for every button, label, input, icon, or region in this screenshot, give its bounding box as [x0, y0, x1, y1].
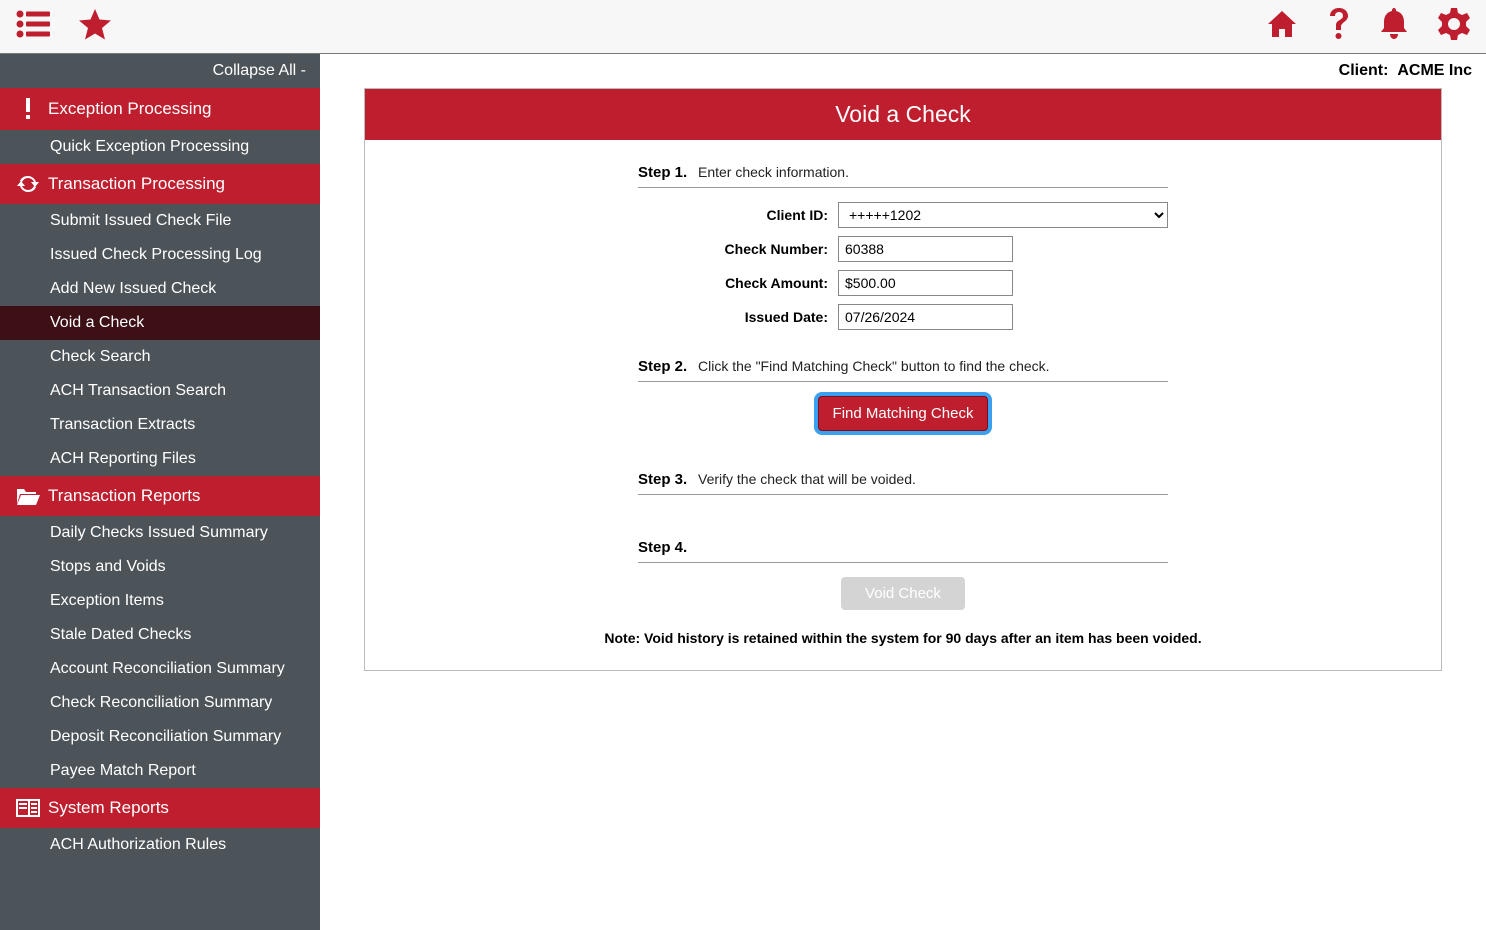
step-1-label: Step 1. [638, 164, 698, 181]
nav-item-exception-items[interactable]: Exception Items [0, 584, 320, 618]
star-icon[interactable] [78, 8, 112, 45]
page-title: Void a Check [365, 89, 1441, 140]
nav-item-check-recon[interactable]: Check Reconciliation Summary [0, 686, 320, 720]
nav-item-quick-exception[interactable]: Quick Exception Processing [0, 130, 320, 164]
layout: Collapse All - Exception Processing Quic… [0, 54, 1486, 930]
check-amount-input[interactable] [838, 270, 1013, 296]
step-1-row: Step 1. Enter check information. [638, 164, 1168, 188]
nav-header-label: System Reports [48, 798, 169, 818]
void-button-area: Void Check [638, 577, 1168, 610]
nav-item-daily-checks[interactable]: Daily Checks Issued Summary [0, 516, 320, 550]
client-id-select[interactable]: +++++1202 [838, 202, 1168, 228]
nav-item-payee-match[interactable]: Payee Match Report [0, 754, 320, 788]
issued-date-label: Issued Date: [638, 309, 838, 325]
topbar-left [16, 8, 112, 45]
exclamation-icon [14, 98, 42, 120]
step-3-text: Verify the check that will be voided. [698, 471, 916, 487]
client-name: ACME Inc [1397, 62, 1472, 79]
void-check-card: Void a Check Step 1. Enter check informa… [364, 88, 1442, 671]
step-3-label: Step 3. [638, 471, 698, 488]
check-number-input[interactable] [838, 236, 1013, 262]
issued-date-input[interactable] [838, 304, 1013, 330]
bell-icon[interactable] [1380, 8, 1408, 45]
check-number-label: Check Number: [638, 241, 838, 257]
step-2-label: Step 2. [638, 358, 698, 375]
client-id-label: Client ID: [638, 207, 838, 223]
nav-item-account-recon[interactable]: Account Reconciliation Summary [0, 652, 320, 686]
nav-header-system-reports[interactable]: System Reports [0, 788, 320, 828]
step-4-label: Step 4. [638, 539, 698, 556]
step-2-row: Step 2. Click the "Find Matching Check" … [638, 358, 1168, 382]
nav-item-ach-auth[interactable]: ACH Authorization Rules [0, 828, 320, 862]
nav-item-submit-issued[interactable]: Submit Issued Check File [0, 204, 320, 238]
client-label: Client: ACME Inc [320, 54, 1486, 88]
step-2-text: Click the "Find Matching Check" button t… [698, 358, 1050, 374]
nav-item-stale-checks[interactable]: Stale Dated Checks [0, 618, 320, 652]
client-label-text: Client: [1339, 62, 1389, 79]
menu-icon[interactable] [16, 10, 50, 43]
nav-header-label: Transaction Reports [48, 486, 200, 506]
step-4-row: Step 4. [638, 539, 1168, 563]
nav-item-ach-reporting[interactable]: ACH Reporting Files [0, 442, 320, 476]
nav-item-void-check[interactable]: Void a Check [0, 306, 320, 340]
nav-item-add-issued[interactable]: Add New Issued Check [0, 272, 320, 306]
nav-item-ach-search[interactable]: ACH Transaction Search [0, 374, 320, 408]
nav-item-txn-extracts[interactable]: Transaction Extracts [0, 408, 320, 442]
step-3-row: Step 3. Verify the check that will be vo… [638, 471, 1168, 495]
topbar [0, 0, 1486, 54]
collapse-all[interactable]: Collapse All - [0, 54, 320, 88]
check-amount-label: Check Amount: [638, 275, 838, 291]
nav-item-deposit-recon[interactable]: Deposit Reconciliation Summary [0, 720, 320, 754]
nav-header-transaction-processing[interactable]: Transaction Processing [0, 164, 320, 204]
nav-item-stops-voids[interactable]: Stops and Voids [0, 550, 320, 584]
find-button-area: Find Matching Check [638, 396, 1168, 431]
main: Client: ACME Inc Void a Check Step 1. En… [320, 54, 1486, 930]
check-form: Client ID: +++++1202 Check Number: Check… [638, 202, 1168, 330]
find-matching-check-button[interactable]: Find Matching Check [818, 396, 989, 431]
folder-open-icon [14, 487, 42, 505]
void-note: Note: Void history is retained within th… [425, 630, 1381, 646]
nav-header-label: Transaction Processing [48, 174, 225, 194]
nav-item-issued-log[interactable]: Issued Check Processing Log [0, 238, 320, 272]
gear-icon[interactable] [1438, 8, 1470, 45]
report-icon [14, 799, 42, 817]
sidebar: Collapse All - Exception Processing Quic… [0, 54, 320, 930]
nav-item-check-search[interactable]: Check Search [0, 340, 320, 374]
help-icon[interactable] [1328, 8, 1350, 45]
nav-header-label: Exception Processing [48, 99, 211, 119]
step-1-text: Enter check information. [698, 164, 849, 180]
card-body: Step 1. Enter check information. Client … [365, 140, 1441, 670]
nav-header-transaction-reports[interactable]: Transaction Reports [0, 476, 320, 516]
refresh-icon [14, 174, 42, 194]
topbar-right [1266, 8, 1470, 45]
nav-header-exception-processing[interactable]: Exception Processing [0, 88, 320, 130]
void-check-button: Void Check [841, 577, 965, 610]
home-icon[interactable] [1266, 9, 1298, 44]
